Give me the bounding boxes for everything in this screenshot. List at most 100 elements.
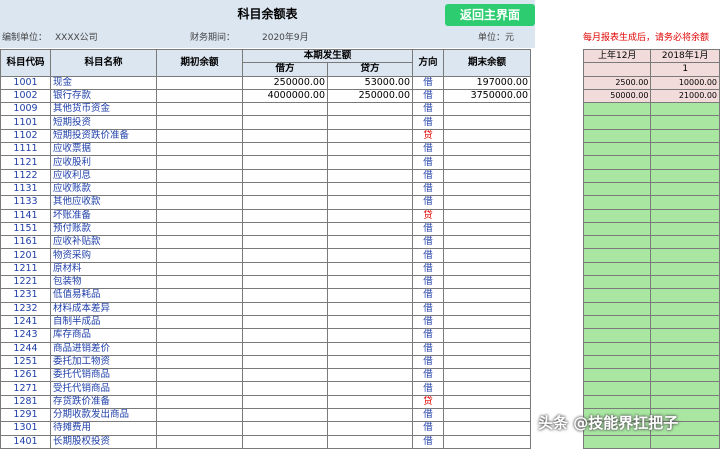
account-code-cell[interactable]: 1211 [0, 261, 51, 277]
direction-cell[interactable]: 借 [412, 288, 444, 303]
opening-balance-cell[interactable] [156, 328, 243, 343]
account-code-cell[interactable]: 1009 [0, 102, 51, 117]
opening-balance-cell[interactable] [156, 341, 243, 356]
closing-balance-cell[interactable] [443, 115, 531, 130]
direction-cell[interactable]: 借 [412, 235, 444, 250]
monthly-balance-cell[interactable] [650, 261, 720, 277]
credit-cell[interactable]: 250000.00 [327, 88, 413, 104]
monthly-balance-cell[interactable] [650, 248, 720, 263]
monthly-balance-cell[interactable] [650, 115, 720, 130]
monthly-balance-cell[interactable] [650, 181, 720, 197]
account-code-cell[interactable]: 1232 [0, 301, 51, 316]
debit-cell[interactable] [242, 434, 328, 449]
closing-balance-cell[interactable] [443, 301, 531, 316]
closing-balance-cell[interactable] [443, 275, 531, 290]
monthly-balance-cell[interactable] [582, 354, 652, 370]
account-name-cell[interactable]: 待摊费用 [50, 421, 157, 436]
credit-cell[interactable] [327, 328, 413, 343]
monthly-balance-cell[interactable] [582, 142, 652, 157]
credit-cell[interactable] [327, 421, 413, 436]
credit-cell[interactable] [327, 394, 413, 410]
closing-balance-cell[interactable] [443, 328, 531, 343]
credit-cell[interactable] [327, 354, 413, 370]
credit-cell[interactable] [327, 341, 413, 356]
opening-balance-cell[interactable] [156, 168, 243, 183]
debit-cell[interactable] [242, 288, 328, 303]
monthly-balance-cell[interactable] [582, 181, 652, 197]
closing-balance-cell[interactable] [443, 408, 531, 423]
closing-balance-cell[interactable] [443, 421, 531, 436]
debit-cell[interactable] [242, 368, 328, 383]
closing-balance-cell[interactable] [443, 394, 531, 410]
account-code-cell[interactable]: 1161 [0, 235, 51, 250]
debit-cell[interactable] [242, 221, 328, 237]
credit-cell[interactable] [327, 408, 413, 423]
debit-cell[interactable] [242, 102, 328, 117]
credit-cell[interactable] [327, 102, 413, 117]
monthly-balance-cell[interactable] [650, 275, 720, 290]
account-name-cell[interactable]: 坏账准备 [50, 208, 157, 223]
closing-balance-cell[interactable] [443, 368, 531, 383]
account-name-cell[interactable]: 短期投资 [50, 115, 157, 130]
closing-balance-cell[interactable] [443, 354, 531, 370]
debit-cell[interactable] [242, 181, 328, 197]
direction-cell[interactable]: 借 [412, 341, 444, 356]
closing-balance-cell[interactable] [443, 181, 531, 197]
account-name-cell[interactable]: 现金 [50, 75, 157, 90]
account-code-cell[interactable]: 1241 [0, 314, 51, 330]
monthly-balance-cell[interactable] [582, 368, 652, 383]
account-code-cell[interactable]: 1121 [0, 155, 51, 170]
debit-cell[interactable] [242, 115, 328, 130]
direction-cell[interactable]: 借 [412, 275, 444, 290]
direction-cell[interactable]: 借 [412, 221, 444, 237]
credit-cell[interactable] [327, 168, 413, 183]
direction-cell[interactable]: 借 [412, 434, 444, 449]
account-code-cell[interactable]: 1001 [0, 75, 51, 90]
account-name-cell[interactable]: 预付账款 [50, 221, 157, 237]
account-name-cell[interactable]: 低值易耗品 [50, 288, 157, 303]
direction-cell[interactable]: 借 [412, 88, 444, 104]
monthly-balance-cell[interactable] [650, 354, 720, 370]
account-code-cell[interactable]: 1002 [0, 88, 51, 104]
debit-cell[interactable] [242, 421, 328, 436]
account-name-cell[interactable]: 材料成本差异 [50, 301, 157, 316]
direction-cell[interactable]: 借 [412, 168, 444, 183]
account-name-cell[interactable]: 银行存款 [50, 88, 157, 104]
account-name-cell[interactable]: 应收股利 [50, 155, 157, 170]
account-name-cell[interactable]: 分期收款发出商品 [50, 408, 157, 423]
opening-balance-cell[interactable] [156, 181, 243, 197]
credit-cell[interactable]: 53000.00 [327, 75, 413, 90]
monthly-balance-cell[interactable] [582, 301, 652, 316]
direction-cell[interactable]: 借 [412, 421, 444, 436]
credit-cell[interactable] [327, 128, 413, 144]
account-code-cell[interactable]: 1122 [0, 168, 51, 183]
credit-cell[interactable] [327, 155, 413, 170]
opening-balance-cell[interactable] [156, 261, 243, 277]
opening-balance-cell[interactable] [156, 208, 243, 223]
account-code-cell[interactable]: 1271 [0, 381, 51, 396]
monthly-balance-cell[interactable] [650, 394, 720, 410]
debit-cell[interactable] [242, 168, 328, 183]
monthly-balance-cell[interactable] [582, 328, 652, 343]
opening-balance-cell[interactable] [156, 235, 243, 250]
closing-balance-cell[interactable] [443, 261, 531, 277]
closing-balance-cell[interactable] [443, 235, 531, 250]
monthly-balance-cell[interactable] [650, 381, 720, 396]
monthly-balance-cell[interactable] [650, 102, 720, 117]
monthly-balance-cell[interactable] [582, 208, 652, 223]
monthly-balance-cell[interactable] [582, 341, 652, 356]
closing-balance-cell[interactable] [443, 341, 531, 356]
account-code-cell[interactable]: 1231 [0, 288, 51, 303]
monthly-balance-cell[interactable] [650, 301, 720, 316]
account-code-cell[interactable]: 1111 [0, 142, 51, 157]
closing-balance-cell[interactable]: 3750000.00 [443, 88, 531, 104]
debit-cell[interactable] [242, 195, 328, 210]
direction-cell[interactable]: 借 [412, 75, 444, 90]
credit-cell[interactable] [327, 208, 413, 223]
opening-balance-cell[interactable] [156, 368, 243, 383]
credit-cell[interactable] [327, 301, 413, 316]
credit-cell[interactable] [327, 368, 413, 383]
monthly-balance-cell[interactable] [650, 168, 720, 183]
debit-cell[interactable] [242, 328, 328, 343]
direction-cell[interactable]: 贷 [412, 394, 444, 410]
